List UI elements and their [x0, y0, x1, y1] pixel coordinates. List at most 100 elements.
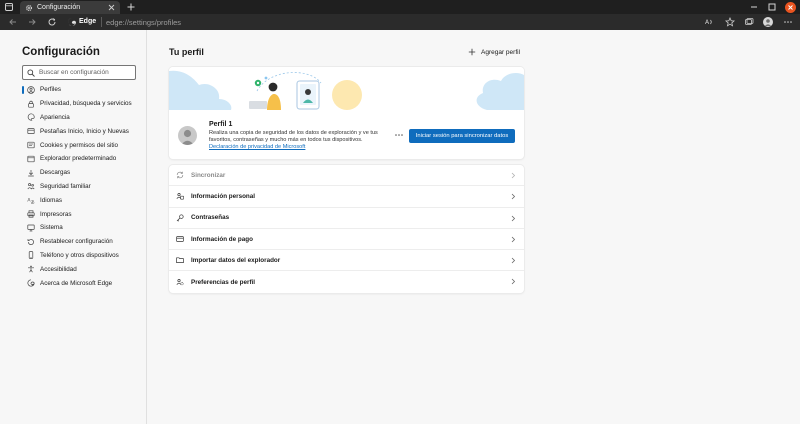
download-icon — [28, 169, 34, 177]
address-url[interactable]: edge://settings/profiles — [106, 18, 181, 27]
sidebar-item-label: Explorador predeterminado — [40, 155, 117, 163]
forward-arrow-icon[interactable] — [27, 17, 37, 27]
sidebar-item-family[interactable]: Seguridad familiar — [22, 180, 147, 194]
sidebar-item-privacy[interactable]: Privacidad, búsqueda y servicios — [22, 97, 147, 111]
sidebar-item-label: Sistema — [40, 224, 63, 232]
settings-row-personal-info[interactable]: Información personal — [169, 186, 524, 208]
person-icon — [181, 129, 194, 145]
plus-icon — [468, 48, 476, 56]
sidebar-item-appearance[interactable]: Apariencia — [22, 111, 147, 125]
sidebar-item-label: Idiomas — [40, 196, 63, 204]
chevron-right-icon — [511, 236, 516, 243]
profile-name: Perfil 1 — [209, 121, 233, 128]
sidebar-item-label: Impresoras — [40, 210, 72, 218]
person-icon — [764, 19, 772, 26]
printer-icon — [27, 210, 35, 218]
privacy-statement-link[interactable]: Declaración de privacidad de Microsoft — [209, 144, 305, 150]
accessibility-icon — [28, 265, 34, 273]
tab-title: Configuración — [37, 4, 81, 11]
svg-text:あ: あ — [31, 200, 35, 205]
profile-settings-list: Sincronizar Información personal Contras… — [169, 165, 524, 293]
tab-settings[interactable]: Configuración — [20, 1, 120, 14]
gear-icon — [25, 4, 33, 11]
sidebar-item-label: Apariencia — [40, 113, 70, 121]
lock-icon — [28, 100, 34, 108]
minimize-icon[interactable] — [749, 2, 759, 12]
profile-settings-icon — [176, 279, 184, 286]
more-options-icon[interactable] — [393, 131, 405, 139]
settings-row-passwords[interactable]: Contraseñas — [169, 208, 524, 229]
close-window-button[interactable] — [785, 2, 796, 13]
profile-description: Realiza una copia de seguridad de los da… — [209, 130, 385, 151]
sidebar-nav: Perfiles Privacidad, búsqueda y servicio… — [22, 83, 147, 290]
sidebar-item-default-browser[interactable]: Explorador predeterminado — [22, 152, 147, 166]
sidebar-item-about[interactable]: Acerca de Microsoft Edge — [22, 276, 147, 290]
sidebar-item-languages[interactable]: Aあ Idiomas — [22, 193, 147, 207]
chevron-right-icon — [511, 215, 516, 221]
title-bar: Configuración — [0, 0, 800, 14]
sidebar-item-start-tabs[interactable]: Pestañas Inicio, Inicio y Nuevas — [22, 124, 147, 138]
close-icon — [788, 5, 793, 10]
read-aloud-icon[interactable]: A — [704, 17, 714, 27]
row-label: Contraseñas — [191, 214, 230, 222]
svg-text:A: A — [705, 19, 710, 26]
family-icon — [27, 183, 35, 190]
sidebar-item-reset[interactable]: Restablecer configuración — [22, 235, 147, 249]
row-label: Importar datos del explorador — [191, 256, 281, 264]
search-input[interactable] — [39, 67, 133, 78]
address-toolbar: Edge edge://settings/profiles A — [0, 14, 800, 30]
profile-icon — [27, 86, 35, 94]
sidebar-item-cookies[interactable]: Cookies y permisos del sitio — [22, 138, 147, 152]
close-tab-icon[interactable] — [108, 4, 115, 11]
sidebar-item-downloads[interactable]: Descargas — [22, 166, 147, 180]
sidebar-item-accessibility[interactable]: Accesibilidad — [22, 262, 147, 276]
chevron-right-icon — [511, 279, 516, 285]
sidebar-item-label: Privacidad, búsqueda y servicios — [40, 100, 132, 108]
sidebar-item-label: Perfiles — [40, 86, 61, 94]
chevron-right-icon — [511, 172, 516, 179]
profile-avatar — [178, 126, 197, 145]
sidebar-item-printers[interactable]: Impresoras — [22, 207, 147, 221]
search-box[interactable] — [22, 65, 136, 80]
page-title: Tu perfil — [169, 47, 204, 57]
signin-sync-button[interactable]: Iniciar sesión para sincronizar datos — [409, 129, 515, 143]
settings-row-sync[interactable]: Sincronizar — [169, 165, 524, 187]
sidebar-item-label: Teléfono y otros dispositivos — [40, 251, 119, 259]
address-separator — [101, 17, 102, 27]
system-icon — [27, 224, 35, 232]
sidebar-item-label: Seguridad familiar — [40, 182, 91, 190]
settings-row-payment-info[interactable]: Información de pago — [169, 229, 524, 251]
settings-sidebar: Configuración Perfiles Privacidad, búsqu… — [0, 30, 147, 424]
edge-logo-icon — [68, 18, 76, 26]
chevron-right-icon — [511, 194, 516, 200]
more-options-icon[interactable] — [783, 17, 793, 27]
favorite-star-icon[interactable] — [725, 17, 735, 27]
maximize-icon[interactable] — [767, 2, 777, 12]
address-brand: Edge — [79, 18, 97, 25]
cookie-icon — [27, 141, 35, 149]
credit-card-icon — [176, 236, 184, 242]
sidebar-item-label: Descargas — [40, 169, 71, 177]
sidebar-item-label: Acerca de Microsoft Edge — [40, 279, 113, 287]
search-icon — [27, 69, 35, 77]
settings-row-import-data[interactable]: Importar datos del explorador — [169, 250, 524, 272]
tabs-icon — [27, 128, 35, 135]
add-profile-button[interactable]: Agregar perfil — [468, 48, 520, 56]
back-arrow-icon[interactable] — [8, 17, 18, 27]
collections-icon[interactable] — [744, 17, 754, 27]
import-folder-icon — [176, 257, 184, 264]
sidebar-item-system[interactable]: Sistema — [22, 221, 147, 235]
profile-description-text: Realiza una copia de seguridad de los da… — [209, 130, 378, 143]
sidebar-item-phone[interactable]: Teléfono y otros dispositivos — [22, 249, 147, 263]
tab-actions-icon[interactable] — [4, 2, 14, 12]
sidebar-item-label: Pestañas Inicio, Inicio y Nuevas — [40, 127, 129, 135]
refresh-icon[interactable] — [47, 17, 57, 27]
row-label: Información personal — [191, 192, 256, 200]
settings-row-profile-preferences[interactable]: Preferencias de perfil — [169, 271, 524, 292]
row-label: Preferencias de perfil — [191, 278, 256, 286]
new-tab-icon[interactable] — [126, 2, 136, 12]
profile-avatar-button[interactable] — [763, 17, 773, 27]
sidebar-item-perfiles[interactable]: Perfiles — [22, 83, 147, 97]
add-profile-label: Agregar perfil — [481, 48, 521, 56]
row-label: Información de pago — [191, 235, 253, 243]
